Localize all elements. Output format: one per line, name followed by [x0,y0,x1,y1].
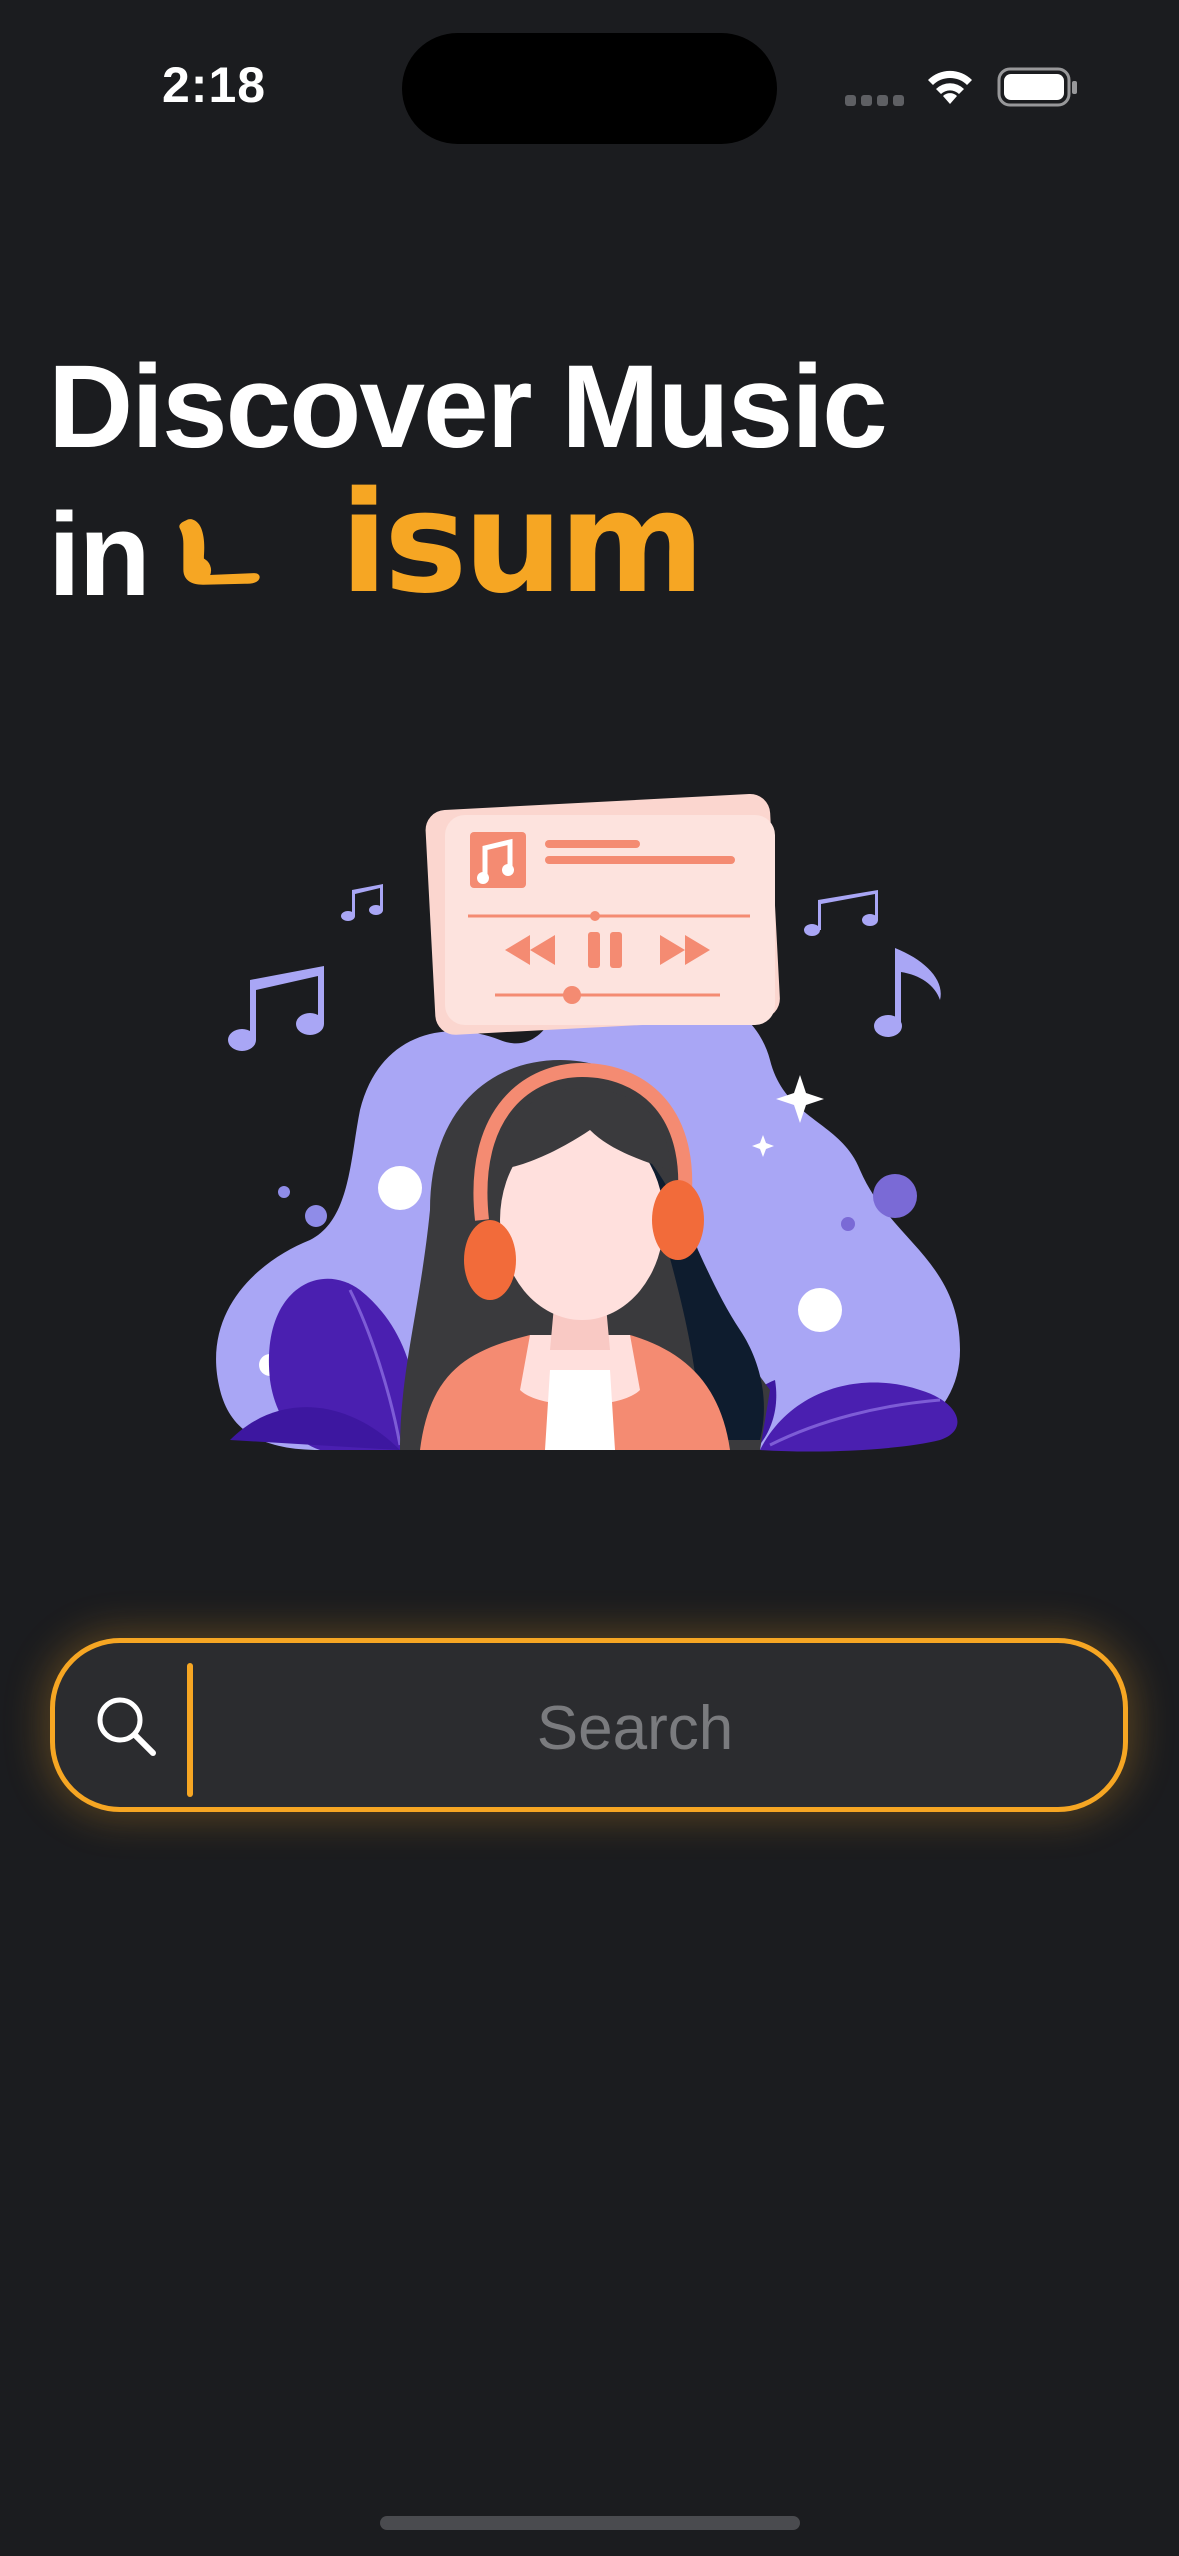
brand-wordmark: isum [340,474,705,614]
music-listener-illustration [216,794,960,1452]
cellular-signal-icon [845,95,905,107]
wifi-icon [928,70,972,104]
home-indicator[interactable] [380,2516,800,2530]
search-bar[interactable] [50,1638,1128,1812]
battery-icon [997,67,1077,107]
search-input[interactable] [205,1653,1065,1803]
search-text-cursor [187,1663,193,1797]
status-bar: 2:18 [0,0,1179,150]
player-card-illustration [425,794,780,1035]
dynamic-island [402,33,777,144]
search-icon [97,1697,156,1756]
headline-line1: Discover Music [48,341,888,473]
status-time: 2:18 [162,57,267,113]
brand-wordmark-text: isum [340,462,705,625]
headline-prefix: in [48,489,151,621]
